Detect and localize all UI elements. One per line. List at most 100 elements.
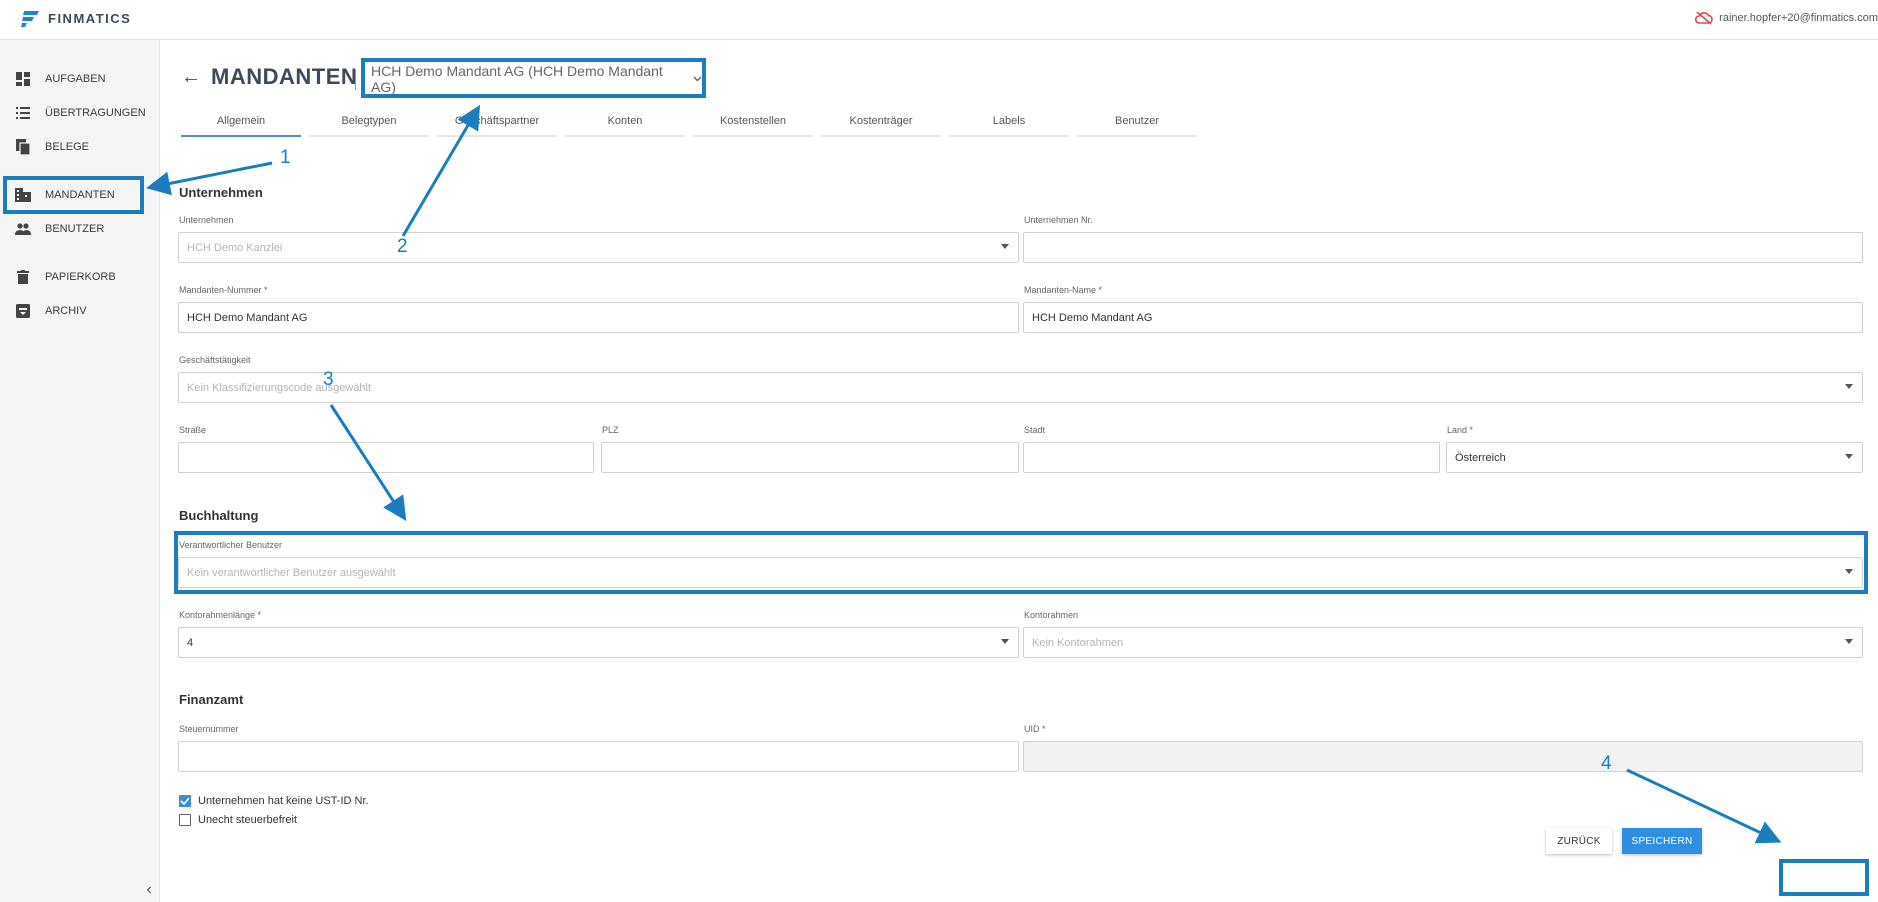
- main-content: ← MANDANTEN HCH Demo Mandant AG (HCH Dem…: [161, 40, 1878, 902]
- street-label: Straße: [179, 425, 207, 435]
- country-select[interactable]: Österreich: [1446, 442, 1863, 473]
- responsible-user-label: Verantwortlicher Benutzer: [179, 540, 283, 550]
- collapse-sidebar-button[interactable]: ‹: [139, 878, 159, 902]
- dropdown-caret-icon: [1845, 639, 1853, 644]
- logo[interactable]: FINMATICS: [20, 8, 131, 28]
- chart-of-accounts-placeholder: Kein Kontorahmen: [1032, 636, 1124, 649]
- dropdown-caret-icon: [1845, 569, 1853, 574]
- sidebar-item-benutzer[interactable]: BENUTZER: [0, 214, 160, 244]
- chart-length-value: 4: [187, 636, 194, 649]
- dropdown-caret-icon: [1001, 244, 1009, 249]
- sidebar: AUFGABEN ÜBERTRAGUNGEN BELEGE MANDANTEN …: [0, 40, 160, 902]
- trash-icon: [15, 269, 31, 285]
- tax-number-input[interactable]: [178, 741, 1019, 772]
- company-select[interactable]: HCH Demo Kanzlei: [178, 232, 1019, 263]
- page-title-text: MANDANTEN: [211, 64, 358, 89]
- street-input[interactable]: [178, 442, 594, 473]
- tab-benutzer[interactable]: Benutzer: [1077, 115, 1197, 137]
- chart-length-select[interactable]: 4: [178, 627, 1019, 658]
- annotation-number-1: 1: [280, 147, 291, 168]
- chevron-down-icon: [693, 76, 702, 81]
- client-number-input[interactable]: HCH Demo Mandant AG: [178, 302, 1019, 333]
- top-bar: FINMATICS rainer.hopfer+20@finmatics.com: [0, 0, 1878, 40]
- client-selector-value: HCH Demo Mandant AG (HCH Demo Mandant AG…: [371, 62, 663, 95]
- tab-konten[interactable]: Konten: [565, 115, 685, 137]
- documents-icon: [15, 139, 31, 155]
- back-button[interactable]: ZURÜCK: [1546, 828, 1612, 854]
- chart-of-accounts-label: Kontorahmen: [1024, 610, 1079, 620]
- sidebar-item-label: AUFGABEN: [45, 73, 106, 85]
- client-selector[interactable]: HCH Demo Mandant AG (HCH Demo Mandant AG…: [362, 60, 702, 97]
- uid-label: UID *: [1024, 724, 1046, 734]
- section-heading-finanzamt: Finanzamt: [179, 692, 244, 707]
- people-icon: [15, 221, 31, 237]
- sidebar-item-aufgaben[interactable]: AUFGABEN: [0, 64, 160, 94]
- section-heading-buchhaltung: Buchhaltung: [179, 508, 259, 523]
- building-icon: [15, 187, 31, 203]
- sidebar-item-archiv[interactable]: ARCHIV: [0, 296, 160, 326]
- tab-bar: Allgemein Belegtypen Geschäftspartner Ko…: [181, 115, 1197, 137]
- dropdown-caret-icon: [1001, 639, 1009, 644]
- sidebar-item-label: PAPIERKORB: [45, 271, 116, 283]
- checkmark-icon: [180, 797, 190, 805]
- section-heading-unternehmen: Unternehmen: [179, 185, 263, 200]
- company-nr-input[interactable]: [1023, 232, 1863, 263]
- city-input[interactable]: [1023, 442, 1440, 473]
- sidebar-item-label: ARCHIV: [45, 305, 87, 317]
- zip-input[interactable]: [601, 442, 1019, 473]
- sidebar-item-uebertragungen[interactable]: ÜBERTRAGUNGEN: [0, 98, 160, 128]
- tax-exempt-checkbox[interactable]: [179, 814, 191, 826]
- tab-labels[interactable]: Labels: [949, 115, 1069, 137]
- no-ust-id-checkbox-row[interactable]: Unternehmen hat keine UST-ID Nr.: [179, 795, 369, 807]
- back-arrow-icon[interactable]: ←: [181, 66, 201, 89]
- annotation-number-3: 3: [323, 369, 334, 390]
- title-divider: [355, 70, 356, 90]
- country-label: Land *: [1447, 425, 1474, 435]
- dropdown-caret-icon: [1845, 384, 1853, 389]
- sidebar-item-label: BELEGE: [45, 141, 90, 153]
- company-nr-label: Unternehmen Nr.: [1024, 215, 1093, 225]
- tax-number-label: Steuernummer: [179, 724, 239, 734]
- city-label: Stadt: [1024, 425, 1046, 435]
- user-email: rainer.hopfer+20@finmatics.com: [1719, 12, 1878, 24]
- sidebar-item-label: MANDANTEN: [45, 189, 115, 201]
- no-ust-id-label: Unternehmen hat keine UST-ID Nr.: [198, 795, 369, 807]
- user-menu[interactable]: rainer.hopfer+20@finmatics.com: [1695, 11, 1878, 25]
- page-title: ← MANDANTEN: [181, 64, 357, 90]
- chart-length-label: Kontorahmenlänge *: [179, 610, 262, 620]
- sidebar-item-mandanten[interactable]: MANDANTEN: [0, 180, 160, 210]
- business-label: Geschäftstätigkeit: [179, 355, 251, 365]
- responsible-user-select[interactable]: Kein verantwortlicher Benutzer ausgewähl…: [178, 557, 1863, 588]
- business-select-placeholder: Kein Klassifizierungscode ausgewählt: [187, 381, 372, 394]
- annotation-number-4: 4: [1601, 753, 1612, 774]
- country-select-value: Österreich: [1455, 451, 1506, 464]
- sidebar-item-label: ÜBERTRAGUNGEN: [45, 107, 146, 119]
- tab-geschaeftspartner[interactable]: Geschäftspartner: [437, 115, 557, 137]
- tab-belegtypen[interactable]: Belegtypen: [309, 115, 429, 137]
- cloud-offline-icon: [1695, 11, 1713, 25]
- tab-kostentraeger[interactable]: Kostenträger: [821, 115, 941, 137]
- sidebar-item-papierkorb[interactable]: PAPIERKORB: [0, 262, 160, 292]
- business-select[interactable]: Kein Klassifizierungscode ausgewählt: [178, 372, 1863, 403]
- finmatics-logo-icon: [21, 11, 39, 27]
- tab-allgemein[interactable]: Allgemein: [181, 115, 301, 137]
- save-button[interactable]: SPEICHERN: [1622, 828, 1702, 854]
- brand-name: FINMATICS: [48, 10, 132, 26]
- client-name-input[interactable]: HCH Demo Mandant AG: [1023, 302, 1863, 333]
- client-number-label: Mandanten-Nummer *: [179, 285, 268, 295]
- tax-exempt-checkbox-row[interactable]: Unecht steuerbefreit: [179, 814, 297, 826]
- archive-icon: [15, 303, 31, 319]
- list-icon: [15, 105, 31, 121]
- tax-exempt-label: Unecht steuerbefreit: [198, 814, 298, 826]
- dashboard-icon: [15, 71, 31, 87]
- client-name-label: Mandanten-Name *: [1024, 285, 1103, 295]
- tab-kostenstellen[interactable]: Kostenstellen: [693, 115, 813, 137]
- sidebar-item-belege[interactable]: BELEGE: [0, 132, 160, 162]
- uid-input: [1023, 741, 1863, 772]
- company-select-value: HCH Demo Kanzlei: [187, 241, 283, 254]
- sidebar-item-label: BENUTZER: [45, 223, 105, 235]
- chart-of-accounts-select[interactable]: Kein Kontorahmen: [1023, 627, 1863, 658]
- no-ust-id-checkbox[interactable]: [179, 795, 191, 807]
- annotation-number-2: 2: [397, 236, 408, 257]
- zip-label: PLZ: [602, 425, 619, 435]
